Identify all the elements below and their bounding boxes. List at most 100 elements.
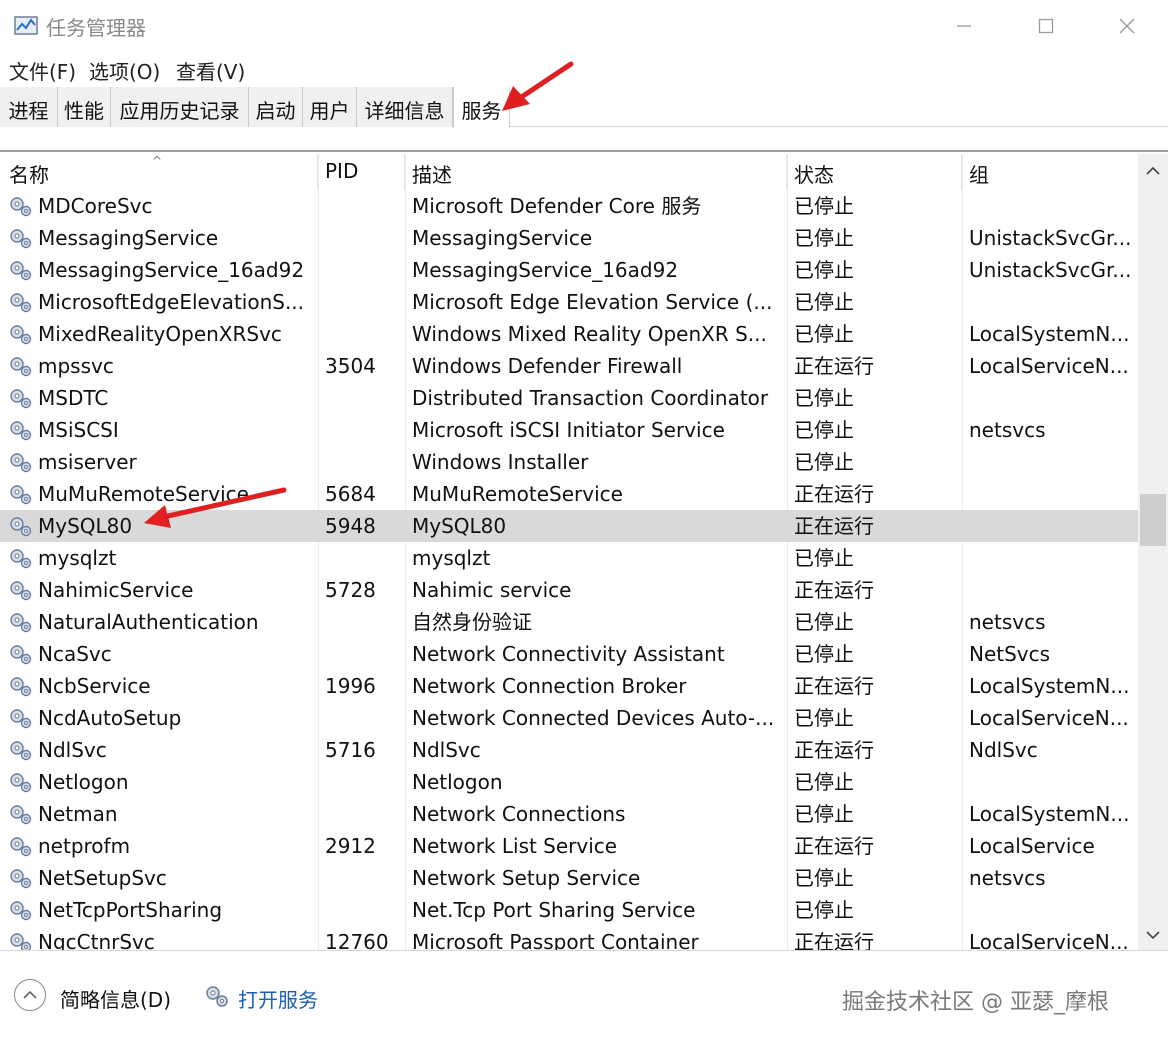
service-pid (325, 606, 403, 638)
service-group: netsvcs (969, 418, 1046, 442)
table-row[interactable]: NcaSvc Network Connectivity Assistant 已停止 N… (0, 638, 1138, 670)
service-group (969, 894, 1134, 926)
table-row[interactable]: NetSetupSvc Network Setup Service 已停止 netsv… (0, 862, 1138, 894)
service-description: Netlogon (412, 770, 503, 794)
close-button[interactable] (1097, 0, 1157, 52)
scroll-down-button[interactable] (1138, 920, 1168, 950)
service-name: MessagingService (38, 226, 219, 250)
service-status: 正在运行 (794, 738, 874, 762)
table-row[interactable]: mpssvc 3504 Windows Defender Firewall 正在运行 L… (0, 350, 1138, 382)
menu-file[interactable]: 文件(F) (9, 56, 76, 85)
fewer-details-toggle[interactable] (14, 979, 46, 1011)
service-description: Microsoft Edge Elevation Service (... (412, 290, 773, 314)
service-status: 正在运行 (794, 674, 874, 698)
column-group[interactable]: 组 (962, 154, 1138, 190)
service-description: Network Connections (412, 802, 626, 826)
service-name: NetSetupSvc (38, 866, 167, 890)
gear-service-icon (10, 805, 32, 825)
service-group: NetSvcs (969, 642, 1051, 666)
column-name[interactable]: 名称 (0, 154, 318, 190)
table-row[interactable]: MixedRealityOpenXRSvc Windows Mixed Reali… (0, 318, 1138, 350)
table-row[interactable]: MicrosoftEdgeElevationS... Microsoft Edge… (0, 286, 1138, 318)
service-group: LocalServiceN... (969, 354, 1129, 378)
tab-processes[interactable]: 进程 (0, 87, 58, 127)
service-status: 已停止 (794, 290, 854, 314)
gear-service-icon (10, 325, 32, 345)
table-row[interactable]: NaturalAuthentication 自然身份验证 已停止 netsvcs (0, 606, 1138, 638)
gear-service-icon (10, 645, 32, 665)
service-group (969, 478, 1134, 510)
table-row[interactable]: Netlogon Netlogon 已停止 (0, 766, 1138, 798)
service-description: Microsoft iSCSI Initiator Service (412, 418, 725, 442)
service-description: Nahimic service (412, 578, 572, 602)
service-status: 正在运行 (794, 514, 874, 538)
service-status: 已停止 (794, 546, 854, 570)
service-description: Network Connected Devices Auto-... (412, 706, 775, 730)
table-row[interactable]: NgcCtnrSvc 12760 Microsoft Passport Contai… (0, 926, 1138, 950)
table-row[interactable]: msiserver Windows Installer 已停止 (0, 446, 1138, 478)
gear-service-icon (10, 389, 32, 409)
tab-performance[interactable]: 性能 (58, 87, 111, 127)
open-services-link[interactable]: 打开服务 (238, 984, 318, 1013)
table-row[interactable]: Netman Network Connections 已停止 LocalSystemN… (0, 798, 1138, 830)
tab-app-history[interactable]: 应用历史记录 (111, 87, 249, 127)
table-row[interactable]: NdlSvc 5716 NdlSvc 正在运行 NdlSvc (0, 734, 1138, 766)
table-row[interactable]: netprofm 2912 Network List Service 正在运行 Loca… (0, 830, 1138, 862)
table-row[interactable]: mysqlzt mysqlzt 已停止 (0, 542, 1138, 574)
service-status: 已停止 (794, 258, 854, 282)
table-row[interactable]: MuMuRemoteService 5684 MuMuRemoteService 正在… (0, 478, 1138, 510)
table-row[interactable]: MessagingService_16ad92 MessagingService_… (0, 254, 1138, 286)
fewer-details-link[interactable]: 简略信息(D) (60, 984, 171, 1013)
service-group: netsvcs (969, 866, 1046, 890)
scroll-thumb[interactable] (1140, 494, 1166, 546)
service-pid: 12760 (325, 930, 389, 950)
service-status: 已停止 (794, 898, 854, 922)
table-row[interactable]: MSDTC Distributed Transaction Coordinator… (0, 382, 1138, 414)
table-row[interactable]: NcbService 1996 Network Connection Broker 正… (0, 670, 1138, 702)
service-status: 正在运行 (794, 834, 874, 858)
service-status: 正在运行 (794, 578, 874, 602)
chevron-down-icon (1146, 931, 1160, 940)
service-status: 已停止 (794, 866, 854, 890)
gear-service-icon (10, 773, 32, 793)
service-name: NcdAutoSetup (38, 706, 182, 730)
scroll-up-button[interactable] (1138, 156, 1168, 186)
table-row[interactable]: MySQL80 5948 MySQL80 正在运行 (0, 510, 1138, 542)
tab-users[interactable]: 用户 (303, 87, 357, 127)
gear-service-icon (10, 261, 32, 281)
table-row[interactable]: NahimicService 5728 Nahimic service 正在运行 (0, 574, 1138, 606)
service-description: mysqlzt (412, 546, 491, 570)
table-row[interactable]: MessagingService MessagingService 已停止 Unist… (0, 222, 1138, 254)
service-pid (325, 894, 403, 926)
gear-service-icon (10, 453, 32, 473)
service-description: 自然身份验证 (412, 610, 532, 634)
tab-startup[interactable]: 启动 (249, 87, 303, 127)
menu-view[interactable]: 查看(V) (176, 56, 245, 85)
services-list: MDCoreSvc Microsoft Defender Core 服务 已停止 Me… (0, 190, 1138, 950)
gear-service-icon (10, 581, 32, 601)
tab-services[interactable]: 服务 (453, 87, 510, 128)
service-pid (325, 798, 403, 830)
service-description: Network List Service (412, 834, 618, 858)
open-services-icon[interactable] (204, 984, 230, 1008)
menu-bar: 文件(F) 选项(O) 查看(V) (0, 52, 1168, 86)
table-row[interactable]: MSiSCSI Microsoft iSCSI Initiator Service… (0, 414, 1138, 446)
tab-details[interactable]: 详细信息 (357, 87, 453, 127)
service-description: Windows Installer (412, 450, 589, 474)
service-description: Windows Mixed Reality OpenXR S... (412, 322, 767, 346)
maximize-button[interactable] (1016, 0, 1076, 52)
table-row[interactable]: NcdAutoSetup Network Connected Devices Au… (0, 702, 1138, 734)
service-description: Distributed Transaction Coordinator (412, 386, 769, 410)
menu-options[interactable]: 选项(O) (89, 56, 160, 85)
service-pid: 5684 (325, 482, 376, 506)
table-row[interactable]: MDCoreSvc Microsoft Defender Core 服务 已停止 (0, 190, 1138, 222)
service-name: NgcCtnrSvc (38, 930, 155, 950)
minimize-button[interactable] (934, 0, 994, 52)
column-description[interactable]: 描述 (405, 154, 787, 190)
table-row[interactable]: NetTcpPortSharing Net.Tcp Port Sharing Se… (0, 894, 1138, 926)
column-pid[interactable]: PID (318, 154, 405, 190)
vertical-scrollbar[interactable] (1138, 154, 1168, 950)
service-pid: 5716 (325, 738, 376, 762)
service-name: MDCoreSvc (38, 194, 153, 218)
column-status[interactable]: 状态 (787, 154, 962, 190)
